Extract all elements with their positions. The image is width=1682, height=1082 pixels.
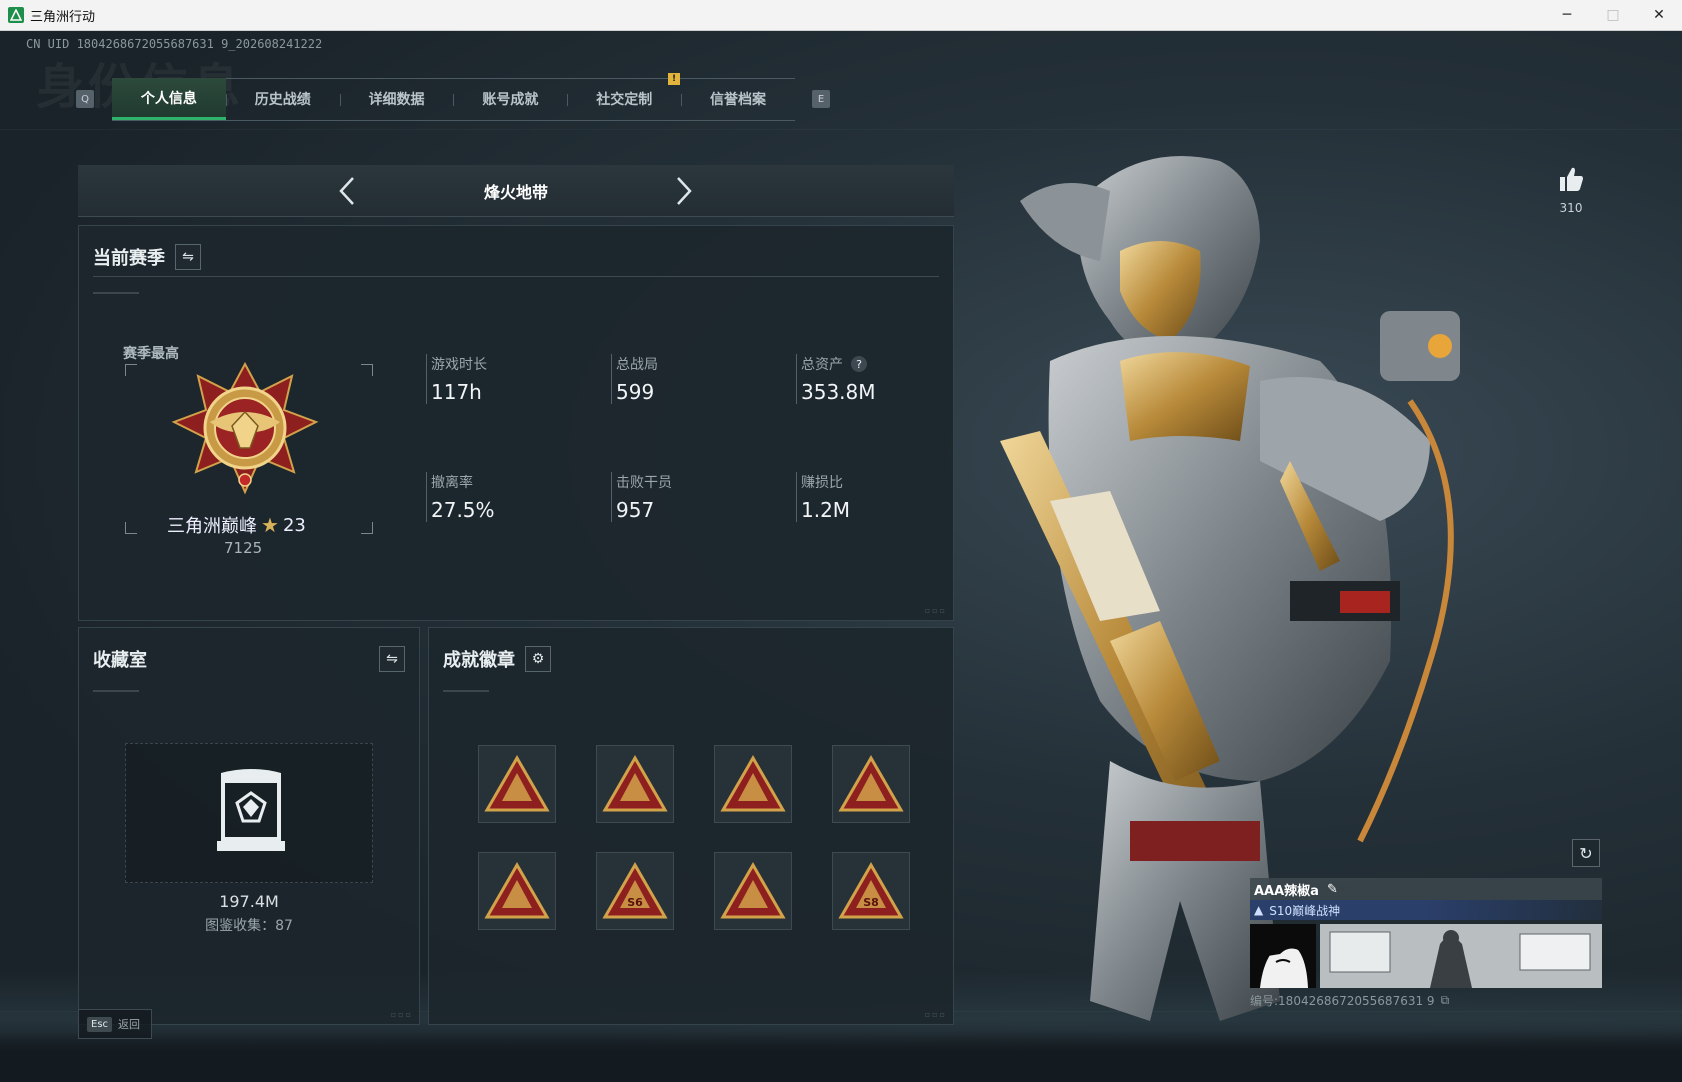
crate-badge-icon	[484, 755, 550, 812]
achievement-badge[interactable]	[596, 745, 674, 823]
close-button[interactable]: ✕	[1636, 0, 1682, 31]
swap-icon: ⇋	[182, 249, 194, 265]
minimize-button[interactable]: ─	[1544, 0, 1590, 31]
game-viewport: 身份信息 CN UID 1804268672055687631 9_202608…	[0, 31, 1682, 1082]
title-badge-icon: ▲	[1254, 903, 1264, 917]
refresh-icon: ↻	[1579, 843, 1593, 863]
player-name: AAA辣椒a	[1254, 883, 1319, 899]
s8-badge-icon: S8	[838, 862, 904, 919]
season-switch-button[interactable]: ⇋	[175, 244, 201, 270]
collection-value: 197.4M	[219, 892, 279, 911]
soldier-badge-icon	[720, 755, 786, 812]
thumbs-up-icon	[1560, 167, 1583, 191]
app-logo-icon	[8, 7, 24, 23]
rank-frame	[125, 362, 373, 534]
uid-line: CN UID 1804268672055687631 9_20260824122…	[26, 37, 323, 51]
achievement-badge[interactable]: S6	[596, 852, 674, 930]
shield-badge-icon	[720, 862, 786, 919]
current-season-panel: 当前赛季 ⇋ 赛季最高 三角洲巅峰 ★ 23 7125 游戏时长 117h 总战…	[78, 225, 954, 621]
copy-icon[interactable]: ⧉	[1441, 993, 1450, 1008]
achievements-panel-title: 成就徽章	[443, 650, 515, 671]
player-title: S10巅峰战神	[1269, 903, 1341, 918]
tab-detailed-data[interactable]: 详细数据	[339, 78, 454, 120]
like-widget[interactable]: 310	[1556, 165, 1586, 215]
player-card: AAA辣椒a ✎ ▲ S10巅峰战神 编号:180426867205568763…	[1250, 878, 1602, 1038]
achievement-badge[interactable]	[478, 852, 556, 930]
back-label: 返回	[118, 1018, 141, 1031]
collection-panel-title: 收藏室	[93, 650, 147, 671]
rank-points: 7125	[224, 539, 263, 557]
tab-alert-badge: !	[668, 73, 680, 85]
key-hint-q: Q	[76, 90, 94, 108]
collection-panel[interactable]: 收藏室 ⇋ 197.4M 图鉴收集：87 ▫▫▫	[78, 627, 420, 1025]
like-count: 310	[1559, 201, 1583, 215]
display-case-icon	[217, 769, 285, 851]
stat-profit-ratio: 赚损比 1.2M	[796, 472, 850, 522]
edit-icon[interactable]: ✎	[1327, 882, 1338, 897]
achievements-settings-button[interactable]: ⚙	[525, 646, 551, 672]
key-hint-e: E	[812, 90, 830, 108]
chevron-right-icon	[677, 177, 692, 205]
tab-reputation[interactable]: 信誉档案	[681, 78, 795, 120]
stat-extraction-rate: 撤离率 27.5%	[426, 472, 495, 522]
rank-star-icon: ★	[261, 513, 279, 537]
achievement-badge[interactable]	[832, 745, 910, 823]
achievement-badge[interactable]	[478, 745, 556, 823]
collection-count: 图鉴收集：87	[205, 918, 293, 934]
achievements-panel: 成就徽章 ⚙ ▫▫▫	[428, 627, 954, 1025]
esc-key-hint: Esc	[87, 1016, 113, 1032]
player-title-row: ▲ S10巅峰战神	[1250, 900, 1602, 920]
player-id: 编号:1804268672055687631 9	[1250, 994, 1435, 1008]
player-name-row: AAA辣椒a ✎	[1250, 878, 1602, 900]
tab-achievements[interactable]: 账号成就	[453, 78, 567, 120]
window-title: 三角洲行动	[30, 9, 96, 25]
chevron-left-icon	[339, 177, 354, 205]
mode-next-button[interactable]	[668, 175, 700, 207]
back-button[interactable]: Esc 返回	[78, 1009, 152, 1039]
stat-playtime: 游戏时长 117h	[426, 354, 487, 404]
rank-star-count: 23	[282, 514, 306, 536]
achievement-badge[interactable]	[714, 852, 792, 930]
mode-prev-button[interactable]	[331, 175, 363, 207]
rank-emblem-icon	[171, 362, 319, 495]
footer-bar	[0, 1031, 1682, 1082]
helmet-badge-icon	[484, 862, 550, 919]
profile-banner[interactable]	[1320, 924, 1602, 988]
tab-personal-info[interactable]: 个人信息	[112, 78, 226, 120]
collection-switch-button[interactable]: ⇋	[379, 646, 405, 672]
season-panel-title: 当前赛季	[93, 248, 165, 269]
tab-social[interactable]: 社交定制	[567, 78, 681, 120]
stat-total-matches: 总战局 599	[611, 354, 658, 404]
player-images	[1250, 924, 1602, 988]
squad-badge-icon	[838, 755, 904, 812]
avatar[interactable]	[1250, 924, 1316, 988]
badge-label: S8	[863, 896, 879, 909]
help-icon[interactable]: ?	[851, 356, 867, 372]
maximize-button[interactable]: □	[1590, 0, 1636, 31]
swap-icon: ⇋	[386, 651, 398, 667]
tab-bar: 个人信息 历史战绩 详细数据 账号成就 社交定制 信誉档案	[112, 78, 795, 121]
gear-icon: ⚙	[531, 651, 545, 667]
player-id-row: 编号:1804268672055687631 9 ⧉	[1250, 992, 1602, 1009]
refresh-button[interactable]: ↻	[1572, 839, 1600, 867]
rank-name-row: 三角洲巅峰 ★ 23	[167, 512, 387, 538]
s6-badge-icon: S6	[602, 862, 668, 919]
badge-label: S6	[627, 896, 643, 909]
season-peak-label: 赛季最高	[123, 346, 179, 362]
achievement-badge[interactable]	[714, 745, 792, 823]
stat-kills: 击败干员 957	[611, 472, 672, 522]
achievement-badge[interactable]: S8	[832, 852, 910, 930]
window-titlebar: 三角洲行动 ─ □ ✕	[0, 0, 1682, 31]
rocket-badge-icon	[602, 755, 668, 812]
mode-title: 烽火地带	[483, 182, 548, 202]
rank-name: 三角洲巅峰	[167, 516, 257, 537]
stat-total-assets: 总资产? 353.8M	[796, 354, 876, 404]
mode-selector: 烽火地带	[78, 165, 954, 217]
tab-history[interactable]: 历史战绩	[225, 78, 340, 120]
